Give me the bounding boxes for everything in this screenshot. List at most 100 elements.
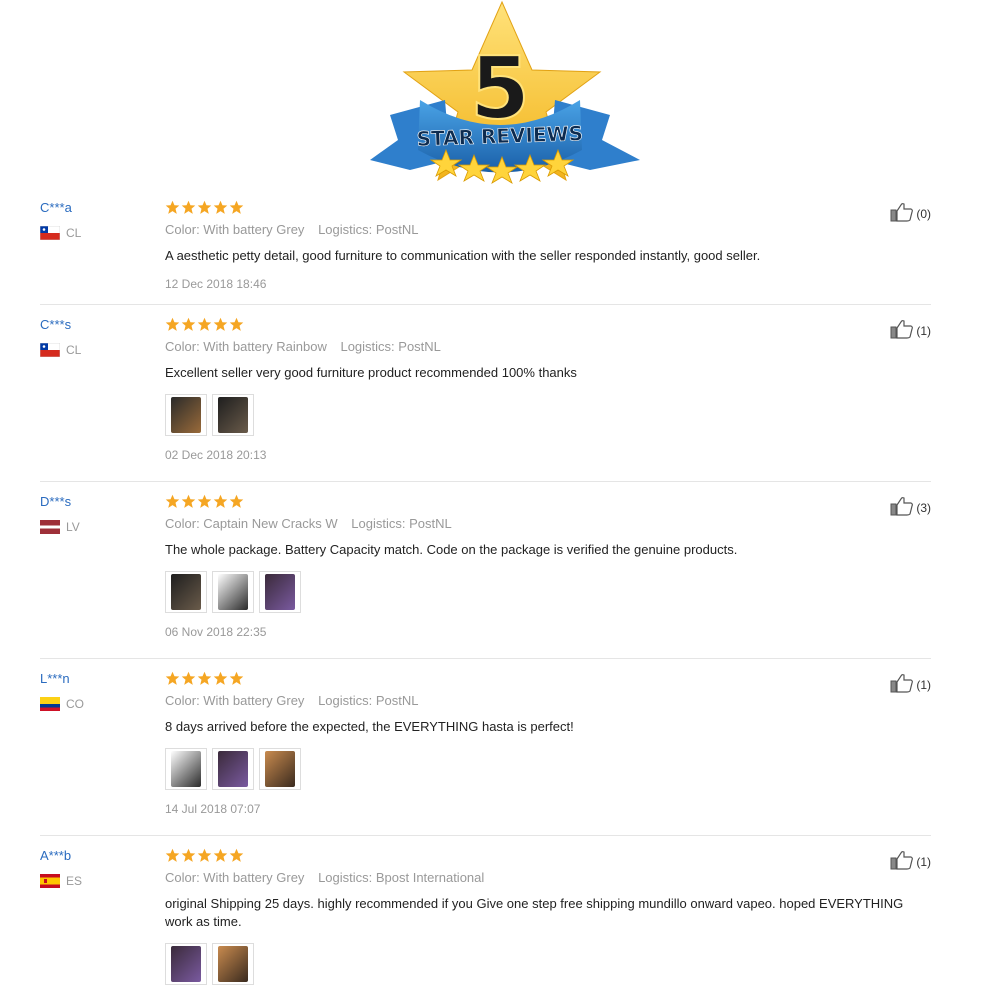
- review-text: A aesthetic petty detail, good furniture…: [165, 248, 761, 263]
- country-flag-icon: [40, 874, 60, 888]
- country-code: ES: [66, 874, 83, 888]
- review-photo-thumbnail[interactable]: [212, 943, 254, 985]
- product-color: Color: With battery Rainbow: [165, 339, 327, 354]
- star-rating: [165, 671, 925, 687]
- reviewer-name[interactable]: C***a: [40, 200, 160, 216]
- reviewer-info: A***b ES: [40, 848, 160, 888]
- reviewer-name[interactable]: L***n: [40, 671, 160, 687]
- star-icon: [181, 317, 196, 333]
- review-photo-thumbnail[interactable]: [212, 748, 254, 790]
- helpful-button[interactable]: (1): [890, 850, 931, 873]
- helpful-count: (1): [916, 854, 931, 869]
- star-icon: [229, 671, 244, 687]
- helpful-button[interactable]: (1): [890, 673, 931, 696]
- reviewer-info: L***n CO: [40, 671, 160, 711]
- product-color: Color: With battery Grey: [165, 870, 305, 885]
- star-icon: [213, 317, 228, 333]
- review-photo-thumbnail[interactable]: [165, 943, 207, 985]
- five-star-reviews-badge: 5 STAR REVIEWS: [370, 0, 640, 184]
- star-icon: [197, 200, 212, 216]
- review-meta: Color: Captain New Cracks W Logistics: P…: [165, 516, 925, 532]
- review-item: C***s CL Color: With battery Rainbow Log…: [40, 317, 931, 482]
- star-icon: [213, 200, 228, 216]
- star-rating: [165, 848, 925, 864]
- star-icon: [229, 200, 244, 216]
- review-date: 06 Nov 2018 22:35: [165, 625, 267, 639]
- product-color: Color: With battery Grey: [165, 693, 305, 708]
- helpful-button[interactable]: (0): [890, 202, 931, 225]
- star-icon: [213, 671, 228, 687]
- review-date: 12 Dec 2018 18:46: [165, 277, 267, 291]
- country-code: CL: [66, 343, 82, 357]
- helpful-count: (3): [916, 500, 931, 515]
- review-photo-thumbnail[interactable]: [165, 571, 207, 613]
- review-photos: [165, 394, 925, 436]
- review-date: 02 Dec 2018 20:13: [165, 448, 267, 462]
- country-flag-icon: [40, 520, 60, 534]
- review-photos: [165, 571, 925, 613]
- thumbs-up-icon: [890, 496, 916, 519]
- helpful-button[interactable]: (1): [890, 319, 931, 342]
- star-icon: [197, 317, 212, 333]
- star-icon: [229, 317, 244, 333]
- review-item: A***b ES Color: With battery Grey Logist…: [40, 848, 931, 1008]
- reviewer-country: CL: [40, 226, 160, 240]
- star-rating: [165, 494, 925, 510]
- star-icon: [229, 848, 244, 864]
- review-photo-thumbnail[interactable]: [212, 571, 254, 613]
- review-body: Color: With battery Grey Logistics: Bpos…: [165, 848, 925, 985]
- star-rating: [165, 317, 925, 333]
- reviewer-name[interactable]: A***b: [40, 848, 160, 864]
- country-flag-icon: [40, 343, 60, 357]
- star-icon: [197, 494, 212, 510]
- thumbs-up-icon: [890, 673, 916, 696]
- review-body: Color: With battery Grey Logistics: Post…: [165, 200, 925, 291]
- thumbs-up-icon: [890, 850, 916, 873]
- reviewer-country: ES: [40, 874, 160, 888]
- country-flag-icon: [40, 226, 60, 240]
- star-rating: [165, 200, 925, 216]
- review-item: C***a CL Color: With battery Grey Logist…: [40, 200, 931, 305]
- star-icon: [181, 494, 196, 510]
- star-icon: [165, 494, 180, 510]
- reviewer-name[interactable]: D***s: [40, 494, 160, 510]
- review-photos: [165, 748, 925, 790]
- star-icon: [197, 671, 212, 687]
- star-icon: [213, 848, 228, 864]
- review-text: Excellent seller very good furniture pro…: [165, 365, 577, 380]
- reviewer-name[interactable]: C***s: [40, 317, 160, 333]
- country-code: LV: [66, 520, 80, 534]
- review-photo-thumbnail[interactable]: [259, 748, 301, 790]
- star-icon: [213, 494, 228, 510]
- country-code: CL: [66, 226, 82, 240]
- review-body: Color: With battery Grey Logistics: Post…: [165, 671, 925, 816]
- review-photo-thumbnail[interactable]: [165, 394, 207, 436]
- review-body: Color: Captain New Cracks W Logistics: P…: [165, 494, 925, 639]
- helpful-count: (0): [916, 206, 931, 221]
- review-photo-thumbnail[interactable]: [165, 748, 207, 790]
- reviewer-country: CO: [40, 697, 160, 711]
- star-icon: [229, 494, 244, 510]
- review-text: original Shipping 25 days. highly recomm…: [165, 896, 904, 929]
- thumbs-up-icon: [890, 319, 916, 342]
- star-icon: [181, 200, 196, 216]
- thumbs-up-icon: [890, 202, 916, 225]
- review-meta: Color: With battery Grey Logistics: Post…: [165, 693, 925, 709]
- reviewer-country: LV: [40, 520, 160, 534]
- review-item: D***s LV Color: Captain New Cracks W Log…: [40, 494, 931, 659]
- logistics-info: Logistics: PostNL: [351, 516, 452, 531]
- country-flag-icon: [40, 697, 60, 711]
- review-photo-thumbnail[interactable]: [212, 394, 254, 436]
- star-icon: [165, 317, 180, 333]
- review-photo-thumbnail[interactable]: [259, 571, 301, 613]
- star-icon: [197, 848, 212, 864]
- helpful-button[interactable]: (3): [890, 496, 931, 519]
- star-icon: [181, 671, 196, 687]
- helpful-count: (1): [916, 323, 931, 338]
- product-color: Color: Captain New Cracks W: [165, 516, 338, 531]
- review-meta: Color: With battery Grey Logistics: Bpos…: [165, 870, 925, 886]
- review-body: Color: With battery Rainbow Logistics: P…: [165, 317, 925, 462]
- helpful-count: (1): [916, 677, 931, 692]
- logistics-info: Logistics: PostNL: [318, 222, 419, 237]
- reviewer-info: D***s LV: [40, 494, 160, 534]
